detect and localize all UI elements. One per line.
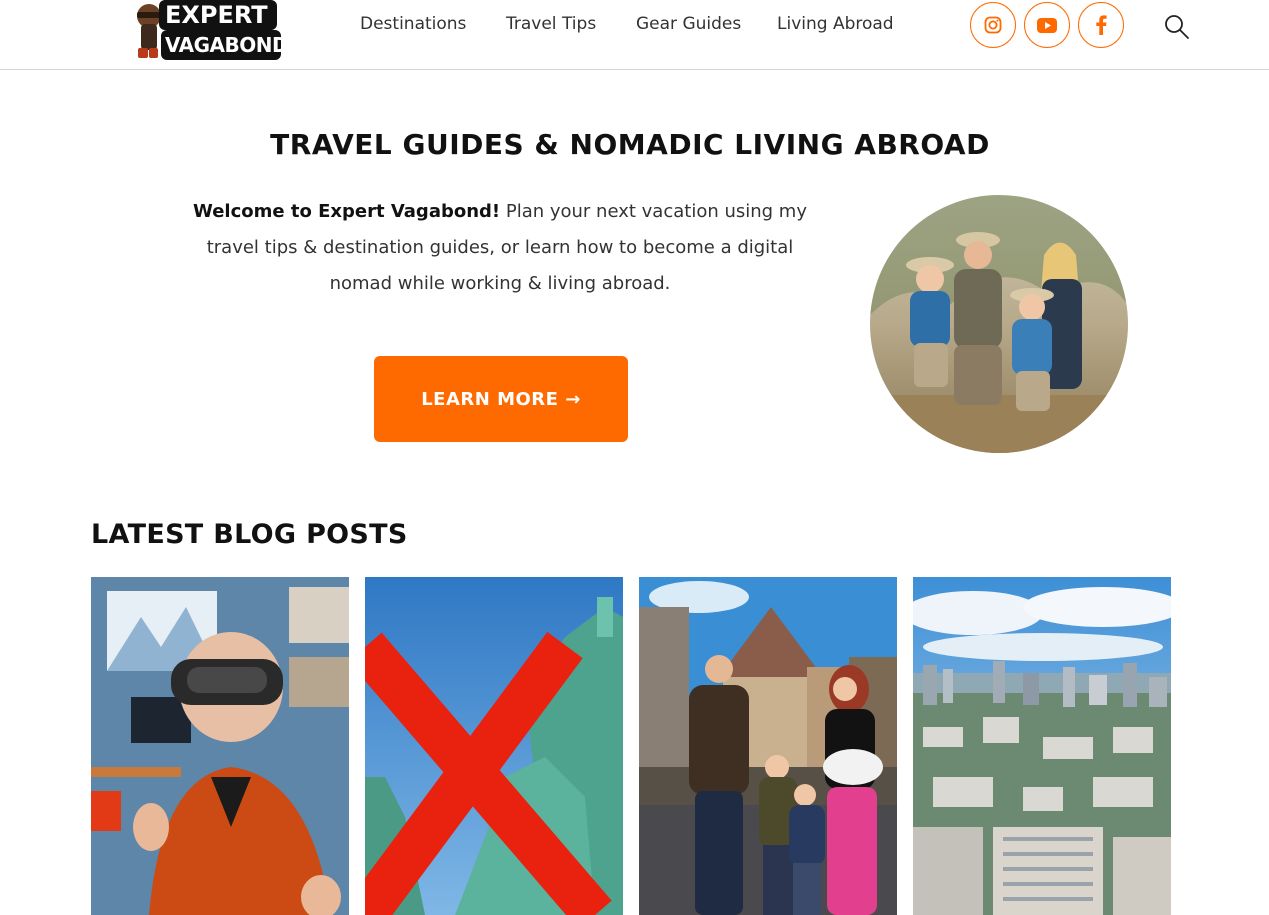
logo-line1: EXPERT [165, 1, 268, 29]
site-header: EXPERT VAGABOND Destinations Travel Tips… [0, 0, 1269, 70]
site-logo[interactable]: EXPERT VAGABOND [133, 0, 289, 62]
learn-more-button[interactable]: LEARN MORE → [374, 356, 628, 442]
instagram-icon [984, 16, 1002, 34]
nav-gear-guides[interactable]: Gear Guides [636, 13, 741, 35]
intro-bold: Welcome to Expert Vagabond! [193, 201, 501, 222]
youtube-icon [1037, 17, 1057, 33]
blog-card-3[interactable] [639, 577, 897, 915]
blog-card-1[interactable] [91, 577, 349, 915]
family-photo [870, 195, 1128, 453]
page-title: TRAVEL GUIDES & NOMADIC LIVING ABROAD [270, 128, 990, 161]
blog-heading: LATEST BLOG POSTS [91, 519, 408, 550]
search-icon [1165, 15, 1189, 39]
blog-card-2[interactable] [365, 577, 623, 915]
nav-living-abroad[interactable]: Living Abroad [777, 13, 894, 35]
instagram-link[interactable] [970, 2, 1016, 48]
facebook-icon [1096, 15, 1107, 35]
intro-text: Welcome to Expert Vagabond! Plan your ne… [185, 194, 815, 302]
facebook-link[interactable] [1078, 2, 1124, 48]
blog-card-4[interactable] [913, 577, 1171, 915]
nav-destinations[interactable]: Destinations [360, 13, 466, 35]
nav-travel-tips[interactable]: Travel Tips [506, 13, 596, 35]
youtube-link[interactable] [1024, 2, 1070, 48]
search-button[interactable] [1162, 12, 1190, 40]
logo-line2: VAGABOND [165, 33, 289, 57]
